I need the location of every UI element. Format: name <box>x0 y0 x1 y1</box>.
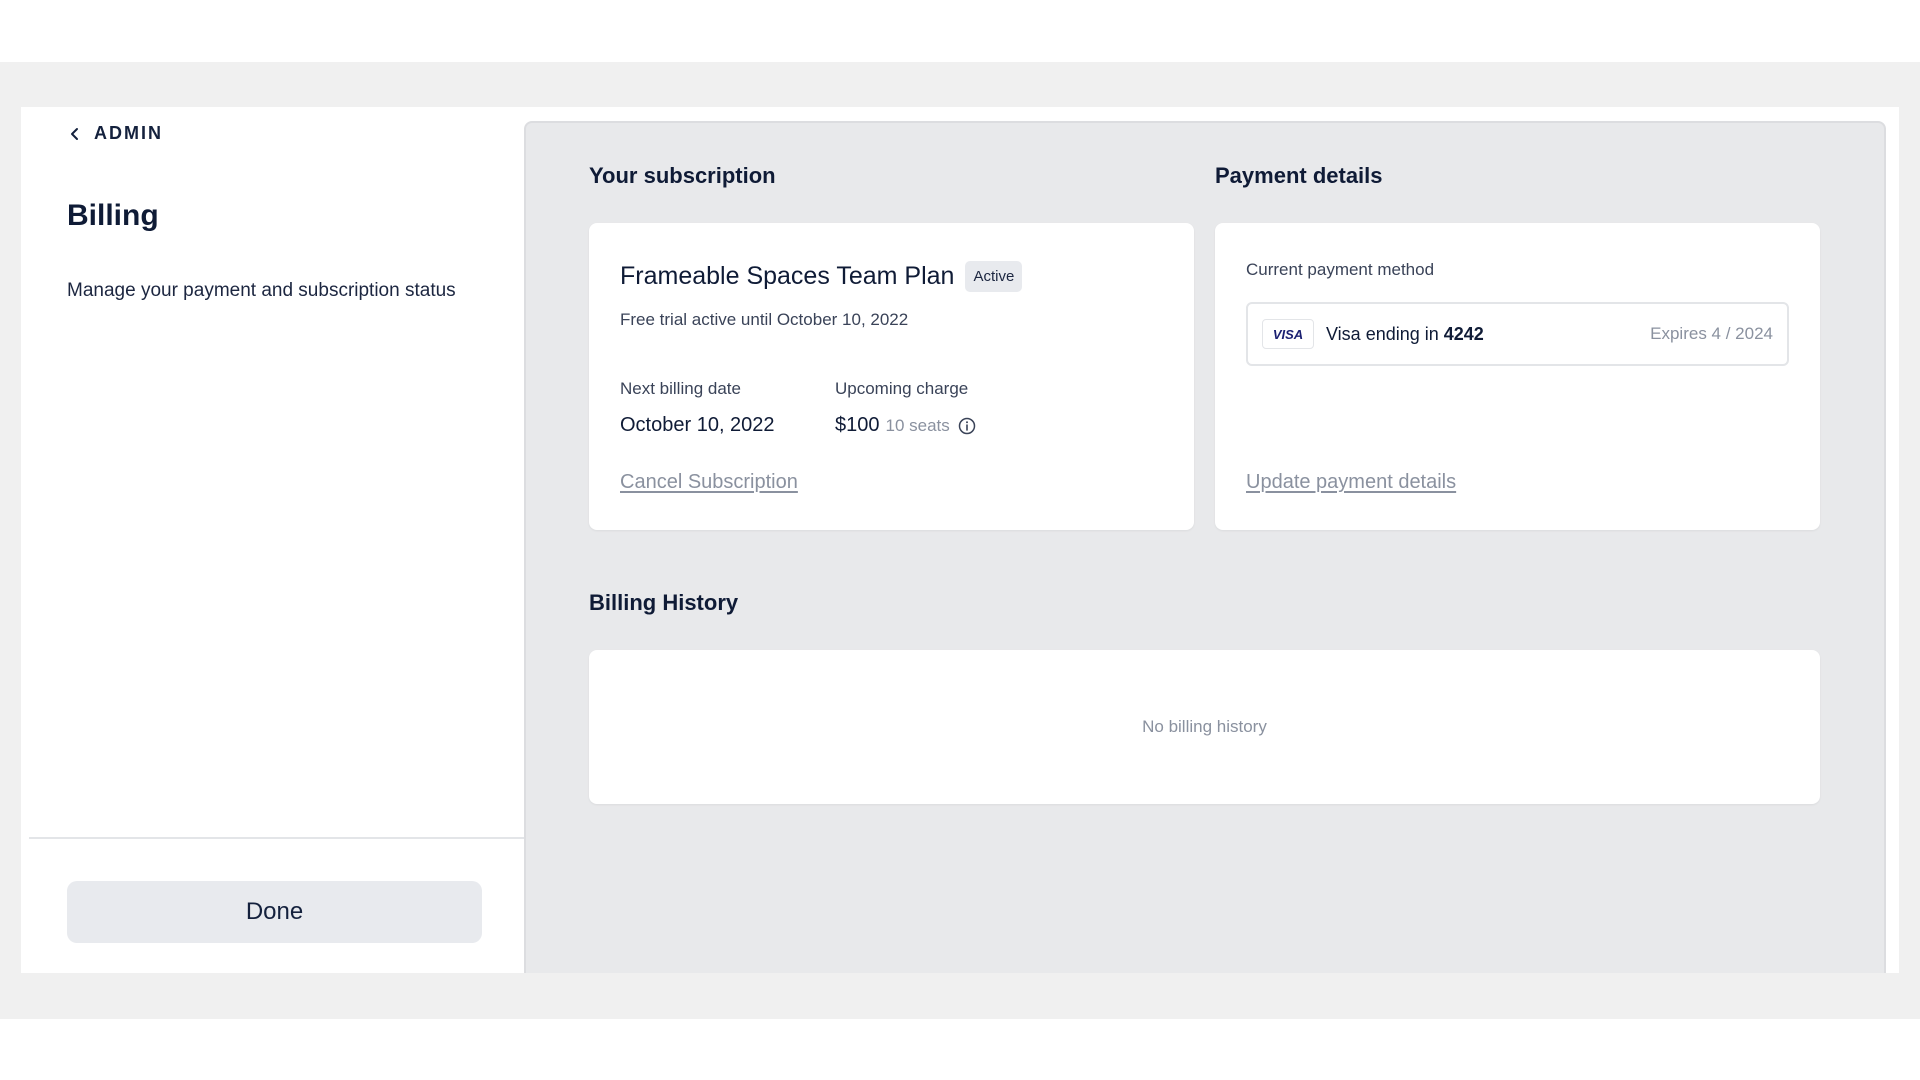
payment-card: Current payment method VISA Visa ending … <box>1215 223 1820 530</box>
sidebar-divider <box>29 837 524 839</box>
next-billing-date: October 10, 2022 <box>620 414 775 436</box>
empty-history-text: No billing history <box>1142 717 1267 736</box>
charge-amount: $100 <box>835 414 880 436</box>
billing-main-panel: Your subscription Payment details Framea… <box>524 121 1886 973</box>
chevron-left-icon <box>71 127 78 140</box>
next-billing-value: October 10, 2022 <box>620 414 775 437</box>
done-button[interactable]: Done <box>67 881 482 943</box>
card-description: Visa ending in <box>1326 323 1439 344</box>
card-last4: 4242 <box>1443 323 1484 344</box>
billing-window: ADMIN Billing Manage your payment and su… <box>21 107 1899 973</box>
page-description: Manage your payment and subscription sta… <box>67 280 456 301</box>
plan-row: Frameable Spaces Team Plan Active <box>620 261 1023 292</box>
back-link-label: ADMIN <box>94 123 163 143</box>
visa-icon: VISA <box>1262 319 1314 349</box>
payment-section-title: Payment details <box>1215 163 1383 188</box>
trial-status-text: Free trial active until October 10, 2022 <box>620 310 909 329</box>
back-to-admin-link[interactable]: ADMIN <box>68 123 163 144</box>
billing-history-title: Billing History <box>589 590 739 615</box>
plan-name: Frameable Spaces Team Plan <box>620 262 955 290</box>
card-expiry: Expires 4 / 2024 <box>1650 324 1773 343</box>
subscription-card: Frameable Spaces Team Plan Active Free t… <box>589 223 1194 530</box>
update-payment-link[interactable]: Update payment details <box>1246 471 1456 494</box>
payment-method-row: VISA Visa ending in 4242 Expires 4 / 202… <box>1246 302 1789 366</box>
next-billing-label: Next billing date <box>620 379 741 398</box>
current-payment-label: Current payment method <box>1246 260 1435 279</box>
sidebar: ADMIN Billing Manage your payment and su… <box>21 107 524 973</box>
seats-count: 10 seats <box>885 415 950 435</box>
upcoming-charge-value: $100 10 seats <box>835 414 976 437</box>
info-circle-icon[interactable] <box>958 417 976 435</box>
page-title: Billing <box>67 199 159 232</box>
subscription-section-title: Your subscription <box>589 163 776 188</box>
billing-history-card: No billing history <box>589 650 1820 804</box>
status-badge: Active <box>965 261 1023 292</box>
upcoming-charge-label: Upcoming charge <box>835 379 969 398</box>
cancel-subscription-link[interactable]: Cancel Subscription <box>620 471 798 494</box>
